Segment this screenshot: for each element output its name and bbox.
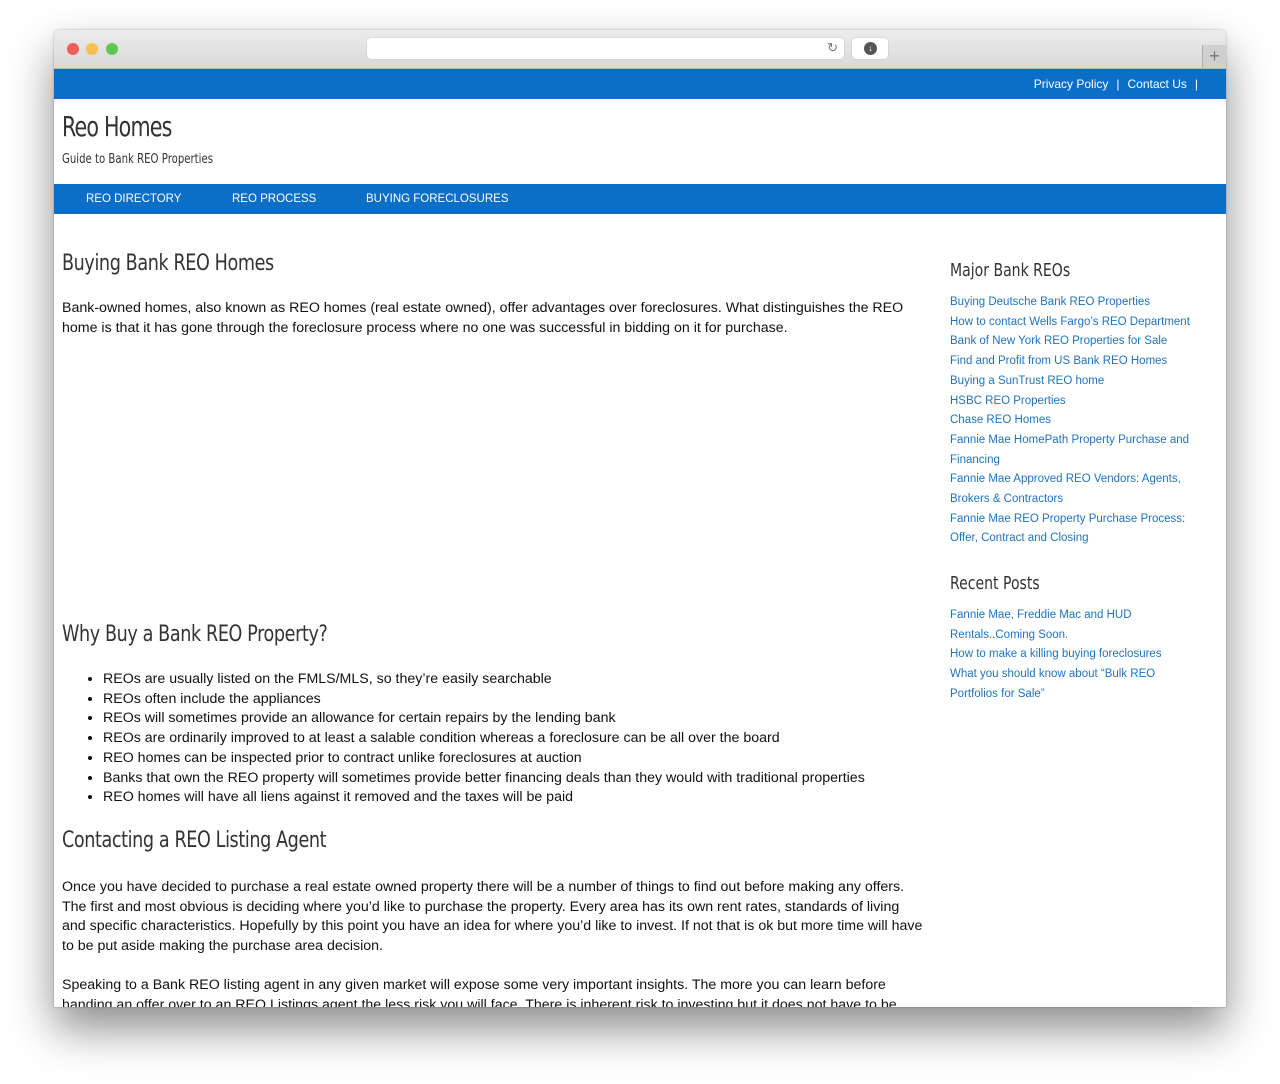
sidebar-link[interactable]: Fannie Mae HomePath Property Purchase an… bbox=[950, 431, 1205, 470]
download-icon: ↓ bbox=[864, 42, 877, 55]
list-item: REOs will sometimes provide an allowance… bbox=[103, 709, 865, 729]
why-buy-list: REOs are usually listed on the FMLS/MLS,… bbox=[62, 670, 865, 808]
list-item: REOs are ordinarily improved to at least… bbox=[103, 729, 865, 749]
sidebar-heading-recent-posts: Recent Posts bbox=[950, 573, 1040, 594]
sidebar-link[interactable]: Buying a SunTrust REO home bbox=[950, 372, 1205, 392]
minimize-window-button[interactable] bbox=[86, 43, 98, 55]
nav-item-reo-process[interactable]: REO PROCESS bbox=[232, 193, 316, 205]
recent-post-link[interactable]: Fannie Mae, Freddie Mac and HUD Rentals.… bbox=[950, 606, 1205, 645]
list-item: REOs often include the appliances bbox=[103, 690, 865, 710]
browser-window: ↻ ↓ + Privacy Policy | Contact Us | Reo Hom… bbox=[54, 30, 1226, 1007]
top-links: Privacy Policy | Contact Us | bbox=[1034, 77, 1206, 91]
article-title: Buying Bank REO Homes bbox=[62, 251, 274, 276]
downloads-button[interactable]: ↓ bbox=[852, 38, 888, 59]
reload-icon[interactable]: ↻ bbox=[827, 40, 838, 56]
contacting-agent-paragraph-1: Once you have decided to purchase a real… bbox=[62, 879, 923, 955]
recent-post-link[interactable]: How to make a killing buying foreclosure… bbox=[950, 645, 1205, 665]
new-tab-button[interactable]: + bbox=[1202, 45, 1226, 68]
sidebar-link[interactable]: Fannie Mae REO Property Purchase Process… bbox=[950, 510, 1205, 549]
section-heading-contacting-agent: Contacting a REO Listing Agent bbox=[62, 828, 327, 853]
major-bank-reos-list: Buying Deutsche Bank REO Properties How … bbox=[950, 293, 1205, 549]
contacting-agent-paragraph-2: Speaking to a Bank REO listing agent in … bbox=[62, 977, 897, 1007]
list-item: REO homes can be inspected prior to cont… bbox=[103, 749, 865, 769]
list-item: Banks that own the REO property will som… bbox=[103, 769, 865, 789]
contact-us-link[interactable]: Contact Us bbox=[1128, 77, 1187, 91]
section-heading-why-buy: Why Buy a Bank REO Property? bbox=[62, 622, 328, 647]
address-bar[interactable]: ↻ bbox=[367, 38, 844, 59]
sidebar-link[interactable]: Bank of New York REO Properties for Sale bbox=[950, 332, 1205, 352]
separator: | bbox=[1116, 77, 1120, 91]
list-item: REOs are usually listed on the FMLS/MLS,… bbox=[103, 670, 865, 690]
site-tagline: Guide to Bank REO Properties bbox=[62, 152, 214, 167]
zoom-window-button[interactable] bbox=[106, 43, 118, 55]
sidebar-link[interactable]: Find and Profit from US Bank REO Homes bbox=[950, 352, 1205, 372]
site-title[interactable]: Reo Homes bbox=[62, 110, 172, 143]
recent-posts-list: Fannie Mae, Freddie Mac and HUD Rentals.… bbox=[950, 606, 1205, 705]
sidebar-link[interactable]: Chase REO Homes bbox=[950, 411, 1205, 431]
close-window-button[interactable] bbox=[67, 43, 79, 55]
privacy-policy-link[interactable]: Privacy Policy bbox=[1034, 77, 1109, 91]
nav-item-buying-foreclosures[interactable]: BUYING FORECLOSURES bbox=[366, 193, 509, 205]
sidebar-link[interactable]: HSBC REO Properties bbox=[950, 392, 1205, 412]
sidebar-link[interactable]: Buying Deutsche Bank REO Properties bbox=[950, 293, 1205, 313]
sidebar-link[interactable]: Fannie Mae Approved REO Vendors: Agents,… bbox=[950, 470, 1205, 509]
nav-item-reo-directory[interactable]: REO DIRECTORY bbox=[86, 193, 181, 205]
sidebar-heading-major-bank-reos: Major Bank REOs bbox=[950, 260, 1071, 281]
sidebar-link[interactable]: How to contact Wells Fargo’s REO Departm… bbox=[950, 313, 1205, 333]
main-nav: REO DIRECTORY REO PROCESS BUYING FORECLO… bbox=[54, 184, 1226, 214]
list-item: REO homes will have all liens against it… bbox=[103, 788, 865, 808]
recent-post-link[interactable]: What you should know about “Bulk REO Por… bbox=[950, 665, 1205, 704]
article-intro: Bank-owned homes, also known as REO home… bbox=[62, 300, 904, 336]
browser-titlebar: ↻ ↓ + bbox=[54, 30, 1226, 69]
separator: | bbox=[1194, 77, 1198, 91]
top-bar: Privacy Policy | Contact Us | bbox=[54, 69, 1226, 99]
